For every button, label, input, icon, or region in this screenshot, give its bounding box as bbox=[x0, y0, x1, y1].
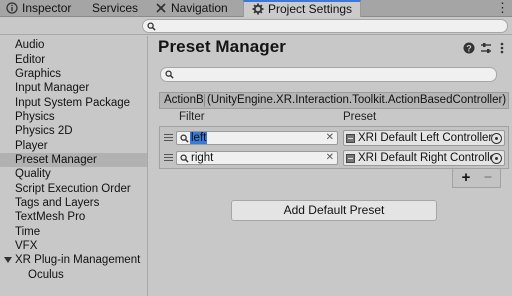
settings-main-panel: Preset Manager ? ActionB (UnityEngine.XR… bbox=[149, 36, 512, 296]
preset-object-field[interactable]: XRI Default Right Controller bbox=[343, 150, 505, 166]
gear-icon bbox=[252, 3, 264, 15]
preset-name: XRI Default Left Controller bbox=[358, 132, 493, 144]
search-icon bbox=[180, 154, 189, 163]
svg-text:?: ? bbox=[466, 43, 472, 53]
clear-icon[interactable]: ✕ bbox=[326, 131, 334, 144]
add-default-preset-button[interactable]: Add Default Preset bbox=[231, 200, 437, 221]
sidebar-item-preset-manager[interactable]: Preset Manager bbox=[0, 153, 147, 168]
navigation-icon bbox=[156, 3, 166, 13]
tab-label: Services bbox=[92, 1, 139, 15]
settings-search-row bbox=[0, 17, 512, 35]
preset-type-header[interactable]: ActionB (UnityEngine.XR.Interaction.Tool… bbox=[159, 92, 509, 109]
sidebar-item-input-system-package[interactable]: Input System Package bbox=[0, 96, 147, 110]
filter-value: right bbox=[191, 152, 214, 164]
search-icon bbox=[147, 22, 156, 31]
tab-inspector[interactable]: Inspector bbox=[6, 0, 71, 17]
sidebar-item-player[interactable]: Player bbox=[0, 139, 147, 153]
sidebar-item-quality[interactable]: Quality bbox=[0, 167, 147, 181]
sidebar-item-script-execution-order[interactable]: Script Execution Order bbox=[0, 182, 147, 196]
sidebar-item-input-manager[interactable]: Input Manager bbox=[0, 81, 147, 95]
tab-label: Inspector bbox=[22, 1, 72, 15]
add-row-button[interactable]: + bbox=[456, 170, 476, 186]
more-vertical-icon[interactable]: ⋮ bbox=[496, 0, 509, 17]
sidebar-item-editor[interactable]: Editor bbox=[0, 53, 147, 67]
sidebar-item-label: XR Plug-in Management bbox=[15, 254, 141, 267]
window-tab-bar: Inspector Services Navigation Project Se… bbox=[0, 0, 512, 18]
sidebar-item-textmesh-pro[interactable]: TextMesh Pro bbox=[0, 210, 147, 224]
sidebar-item-physics[interactable]: Physics bbox=[0, 110, 147, 124]
clear-icon[interactable]: ✕ bbox=[326, 151, 334, 164]
list-add-remove: + − bbox=[452, 169, 501, 188]
tab-label: Navigation bbox=[171, 1, 228, 15]
tab-label: Project Settings bbox=[268, 2, 353, 16]
preset-name: XRI Default Right Controller bbox=[358, 152, 500, 164]
expand-triangle-icon[interactable] bbox=[4, 257, 12, 264]
drag-handle-icon[interactable] bbox=[164, 134, 173, 141]
tab-project-settings[interactable]: Project Settings bbox=[243, 0, 362, 18]
help-icon[interactable]: ? bbox=[463, 42, 475, 54]
type-short-name: ActionB bbox=[164, 94, 204, 106]
object-picker-icon[interactable] bbox=[491, 133, 502, 144]
sidebar-item-oculus[interactable]: Oculus bbox=[0, 268, 147, 282]
remove-row-button[interactable]: − bbox=[478, 170, 498, 186]
preset-list: left ✕ XRI Default Left Controller right… bbox=[159, 126, 509, 169]
settings-menu-icon[interactable] bbox=[496, 42, 508, 54]
tab-services[interactable]: Services bbox=[92, 0, 138, 17]
preset-asset-icon bbox=[346, 134, 355, 143]
preset-search-input[interactable] bbox=[160, 67, 497, 82]
filter-value: left bbox=[190, 132, 208, 144]
search-icon bbox=[180, 134, 189, 143]
tab-navigation[interactable]: Navigation bbox=[155, 0, 228, 17]
sidebar-item-time[interactable]: Time bbox=[0, 225, 147, 239]
list-item: right ✕ XRI Default Right Controller bbox=[160, 148, 508, 168]
preset-object-field[interactable]: XRI Default Left Controller bbox=[343, 130, 505, 146]
type-full-name: (UnityEngine.XR.Interaction.Toolkit.Acti… bbox=[207, 94, 507, 106]
column-headers: Filter Preset bbox=[159, 109, 509, 126]
drag-handle-icon[interactable] bbox=[164, 154, 173, 161]
info-icon bbox=[6, 2, 18, 14]
sidebar-item-audio[interactable]: Audio bbox=[0, 38, 147, 52]
preset-column-header: Preset bbox=[343, 111, 377, 123]
sidebar-item-physics-2d[interactable]: Physics 2D bbox=[0, 124, 147, 138]
page-title: Preset Manager bbox=[158, 37, 287, 56]
filter-column-header: Filter bbox=[179, 111, 205, 123]
sidebar-item-tags-and-layers[interactable]: Tags and Layers bbox=[0, 196, 147, 210]
divider bbox=[204, 94, 205, 107]
sidebar-item-xr-plugin-management[interactable]: XR Plug-in Management bbox=[0, 253, 147, 267]
filter-field[interactable]: left ✕ bbox=[176, 131, 338, 145]
preset-icon[interactable] bbox=[480, 42, 492, 54]
settings-sidebar: Audio Editor Graphics Input Manager Inpu… bbox=[0, 36, 148, 296]
object-picker-icon[interactable] bbox=[491, 153, 502, 164]
settings-search-input[interactable] bbox=[142, 19, 508, 33]
list-item: left ✕ XRI Default Left Controller bbox=[160, 128, 508, 148]
sidebar-item-vfx[interactable]: VFX bbox=[0, 239, 147, 253]
sidebar-item-graphics[interactable]: Graphics bbox=[0, 67, 147, 81]
filter-field[interactable]: right ✕ bbox=[176, 151, 338, 165]
preset-asset-icon bbox=[346, 154, 355, 163]
search-icon bbox=[165, 70, 174, 79]
